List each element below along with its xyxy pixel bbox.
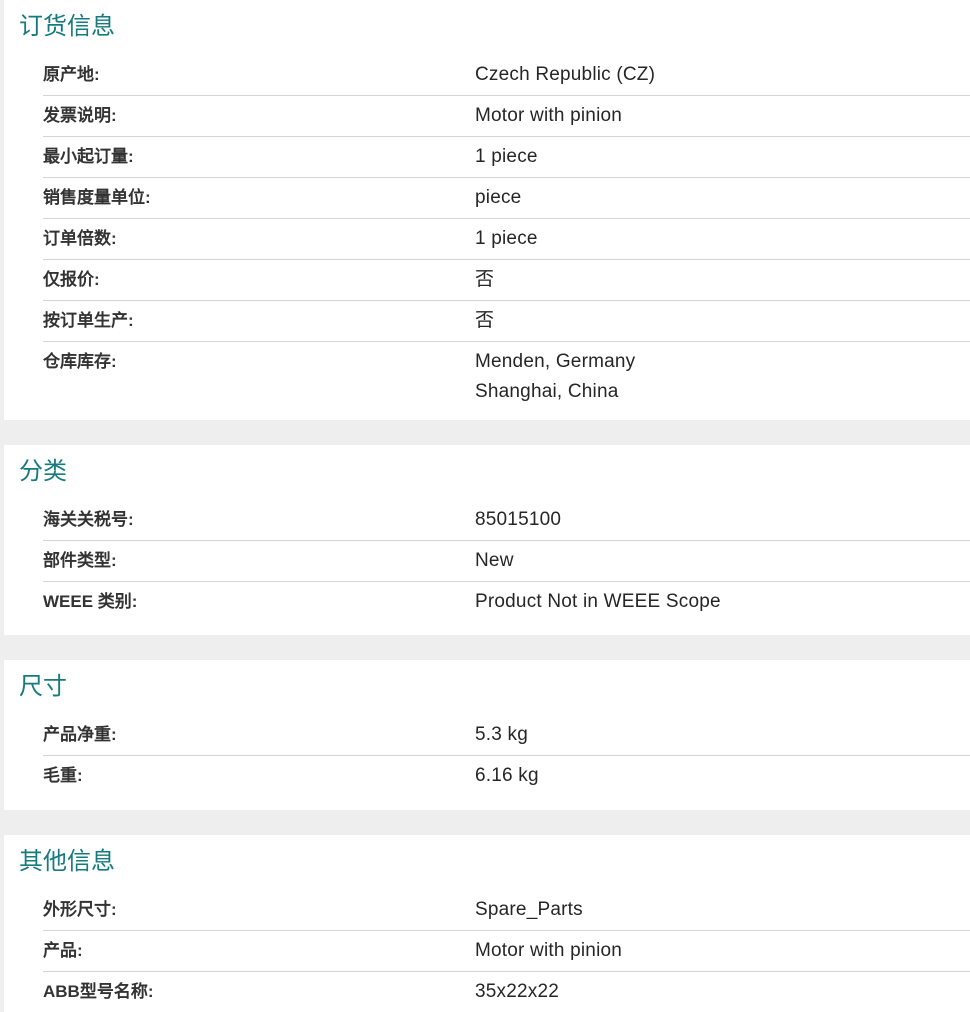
property-label: 最小起订量: <box>43 147 134 166</box>
property-value: 1 piece <box>475 228 538 249</box>
property-row-abb-type-designation: ABB型号名称: 35x22x22 <box>43 972 970 1012</box>
section-title: 分类 <box>19 458 67 485</box>
property-value: 6.16 kg <box>475 765 539 786</box>
property-row-product: 产品: Motor with pinion <box>43 931 970 972</box>
property-value: Motor with pinion <box>475 105 623 126</box>
property-label: 原产地: <box>43 65 100 84</box>
property-value: Menden, Germany Shanghai, China <box>475 351 636 402</box>
property-list: 产品净重: 5.3 kg 毛重: 6.16 kg <box>43 715 970 796</box>
property-label: ABB型号名称: <box>43 982 154 1001</box>
property-row-stocked-at: 仓库库存: Menden, Germany Shanghai, China <box>43 342 970 412</box>
property-row-order-multiple: 订单倍数: 1 piece <box>43 219 970 260</box>
property-list: 原产地: Czech Republic (CZ) 发票说明: Motor wit… <box>43 55 970 412</box>
section-ordering-info: 订货信息 原产地: Czech Republic (CZ) 发票说明: Moto… <box>4 0 970 420</box>
section-title: 订货信息 <box>19 13 115 40</box>
property-value: 否 <box>475 310 495 331</box>
property-row-invoice-description: 发票说明: Motor with pinion <box>43 96 970 137</box>
property-label: 仓库库存: <box>43 352 117 371</box>
property-value: New <box>475 550 514 571</box>
property-label: 外形尺寸: <box>43 900 117 919</box>
property-label: WEEE 类别: <box>43 592 138 611</box>
property-value: Product Not in WEEE Scope <box>475 591 721 612</box>
property-label: 产品: <box>43 941 83 960</box>
section-dimensions: 尺寸 产品净重: 5.3 kg 毛重: 6.16 kg <box>4 660 970 810</box>
property-value: 1 piece <box>475 146 538 167</box>
property-value: 否 <box>475 269 495 290</box>
section-classification: 分类 海关关税号: 85015100 部件类型: New WEEE 类别: Pr… <box>4 445 970 635</box>
property-label: 海关关税号: <box>43 510 134 529</box>
property-value: 85015100 <box>475 509 562 530</box>
property-row-country-of-origin: 原产地: Czech Republic (CZ) <box>43 55 970 96</box>
property-row-part-type: 部件类型: New <box>43 541 970 582</box>
property-value: Motor with pinion <box>475 940 623 961</box>
property-label: 销售度量单位: <box>43 188 151 207</box>
property-label: 部件类型: <box>43 551 117 570</box>
property-label: 订单倍数: <box>43 229 117 248</box>
property-value: 5.3 kg <box>475 724 528 745</box>
property-row-customs-tariff-number: 海关关税号: 85015100 <box>43 500 970 541</box>
property-label: 产品净重: <box>43 725 117 744</box>
property-row-gross-weight: 毛重: 6.16 kg <box>43 756 970 796</box>
property-row-net-weight: 产品净重: 5.3 kg <box>43 715 970 756</box>
property-label: 仅报价: <box>43 270 100 289</box>
property-value: Spare_Parts <box>475 899 583 920</box>
property-label: 按订单生产: <box>43 311 134 330</box>
property-row-quote-only: 仅报价: 否 <box>43 260 970 301</box>
property-value: 35x22x22 <box>475 981 560 1002</box>
property-row-outline-dimensions: 外形尺寸: Spare_Parts <box>43 890 970 931</box>
section-additional-info: 其他信息 外形尺寸: Spare_Parts 产品: Motor with pi… <box>4 835 970 1012</box>
property-row-made-to-order: 按订单生产: 否 <box>43 301 970 342</box>
section-title: 其他信息 <box>19 848 115 875</box>
property-row-weee-category: WEEE 类别: Product Not in WEEE Scope <box>43 582 970 622</box>
property-list: 海关关税号: 85015100 部件类型: New WEEE 类别: Produ… <box>43 500 970 622</box>
section-title: 尺寸 <box>19 673 67 700</box>
property-list: 外形尺寸: Spare_Parts 产品: Motor with pinion … <box>43 890 970 1012</box>
property-row-selling-unit: 销售度量单位: piece <box>43 178 970 219</box>
property-label: 毛重: <box>43 766 83 785</box>
property-value: piece <box>475 187 522 208</box>
property-row-minimum-order-quantity: 最小起订量: 1 piece <box>43 137 970 178</box>
property-label: 发票说明: <box>43 106 117 125</box>
property-value: Czech Republic (CZ) <box>475 64 656 85</box>
